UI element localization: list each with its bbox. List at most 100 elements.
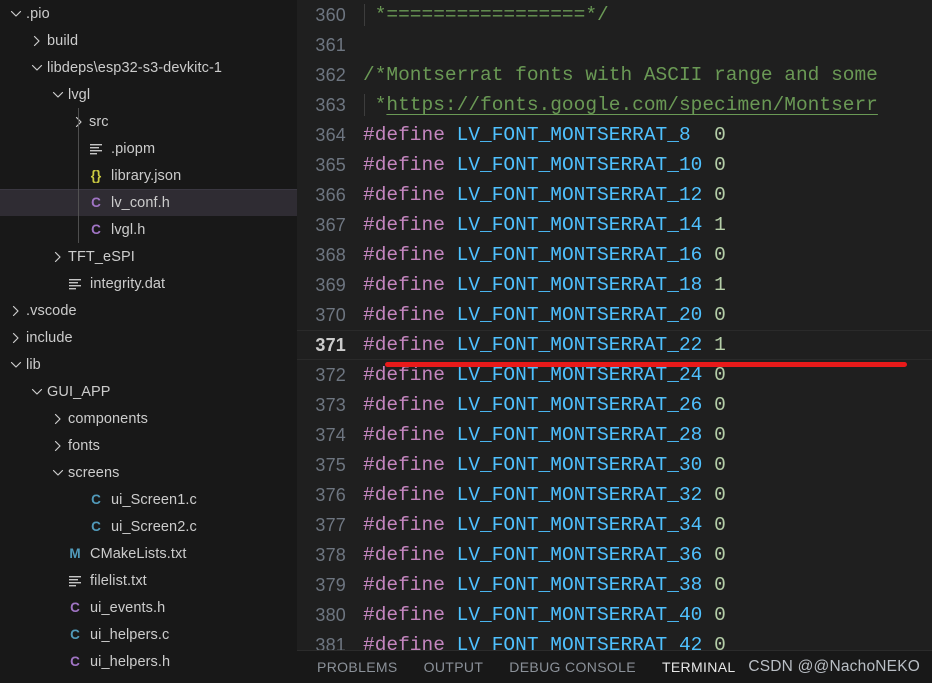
csdn-watermark: CSDN @@NachoNEKO <box>748 658 920 675</box>
code-line-362[interactable]: 362 /*Montserrat fonts with ASCII range a… <box>297 60 932 90</box>
line-number: 362 <box>315 64 346 85</box>
chevron-right-icon[interactable] <box>71 114 87 130</box>
code-token: LV_FONT_MONTSERRAT_16 <box>456 244 715 266</box>
tree-item-label: .piopm <box>111 140 156 157</box>
twisty-placeholder <box>50 573 66 589</box>
c-header-icon: C <box>91 195 101 210</box>
tree-item-ui-screen2-c[interactable]: Cui_Screen2.c <box>0 513 297 540</box>
tree-item-label: lvgl <box>68 86 91 103</box>
tree-item-label: .pio <box>26 5 50 22</box>
code-line-364[interactable]: 364 #define LV_FONT_MONTSERRAT_8 0 <box>297 120 932 150</box>
tree-item-lib[interactable]: lib <box>0 351 297 378</box>
code-token: 0 <box>714 304 726 326</box>
code-line-text: #define LV_FONT_MONTSERRAT_20 0 <box>363 304 932 326</box>
code-line-379[interactable]: 379 #define LV_FONT_MONTSERRAT_38 0 <box>297 570 932 600</box>
code-line-381[interactable]: 381 #define LV_FONT_MONTSERRAT_42 0 <box>297 630 932 650</box>
code-line-366[interactable]: 366 #define LV_FONT_MONTSERRAT_12 0 <box>297 180 932 210</box>
chevron-right-icon[interactable] <box>8 303 24 319</box>
chevron-down-icon[interactable] <box>8 6 24 22</box>
code-line-text: #define LV_FONT_MONTSERRAT_14 1 <box>363 214 932 236</box>
tree-item-src[interactable]: src <box>0 108 297 135</box>
tree-item-fonts[interactable]: fonts <box>0 432 297 459</box>
code-token: *=================*/ <box>363 4 609 26</box>
chevron-down-icon[interactable] <box>50 465 66 481</box>
tree-item-label: ui_helpers.h <box>90 653 171 670</box>
tree-item-ui-screen1-c[interactable]: Cui_Screen1.c <box>0 486 297 513</box>
tree-item-ui-helpers-c[interactable]: Cui_helpers.c <box>0 621 297 648</box>
code-line-375[interactable]: 375 #define LV_FONT_MONTSERRAT_30 0 <box>297 450 932 480</box>
chevron-right-icon[interactable] <box>50 438 66 454</box>
code-line-369[interactable]: 369 #define LV_FONT_MONTSERRAT_18 1 <box>297 270 932 300</box>
code-lines-container[interactable]: 360 *=================*/ 361 362 /*Montserr… <box>297 0 932 650</box>
code-token: 0 <box>714 244 726 266</box>
panel-tab-terminal[interactable]: TERMINAL <box>662 651 736 683</box>
code-line-text: #define LV_FONT_MONTSERRAT_12 0 <box>363 184 932 206</box>
code-line-text: #define LV_FONT_MONTSERRAT_36 0 <box>363 544 932 566</box>
code-line-378[interactable]: 378 #define LV_FONT_MONTSERRAT_36 0 <box>297 540 932 570</box>
line-number: 363 <box>315 94 346 115</box>
code-line-361[interactable]: 361 <box>297 30 932 60</box>
tree-item-build[interactable]: build <box>0 27 297 54</box>
tree-item-include[interactable]: include <box>0 324 297 351</box>
tree-item-pio[interactable]: .pio <box>0 0 297 27</box>
vscode-window: .pio build libdeps\esp32-s3-devkitc-1 lvgl s… <box>0 0 932 683</box>
line-number: 368 <box>315 244 346 265</box>
code-token: #define <box>363 214 457 236</box>
chevron-down-icon[interactable] <box>29 60 45 76</box>
chevron-right-icon[interactable] <box>50 249 66 265</box>
tree-item-lvgl-h[interactable]: Clvgl.h <box>0 216 297 243</box>
code-line-363[interactable]: 363 *https://fonts.google.com/specimen/M… <box>297 90 932 120</box>
tree-item-lv-conf-h[interactable]: Clv_conf.h <box>0 189 297 216</box>
tree-item-components[interactable]: components <box>0 405 297 432</box>
chevron-right-icon[interactable] <box>8 330 24 346</box>
tree-item-libdeps-esp32-s3-devkitc-1[interactable]: libdeps\esp32-s3-devkitc-1 <box>0 54 297 81</box>
lines-file-icon <box>87 140 105 158</box>
code-token: #define <box>363 604 457 626</box>
code-line-365[interactable]: 365 #define LV_FONT_MONTSERRAT_10 0 <box>297 150 932 180</box>
c-source-icon: C <box>91 519 101 534</box>
code-line-text: #define LV_FONT_MONTSERRAT_18 1 <box>363 274 932 296</box>
tree-item-ui-helpers-h[interactable]: Cui_helpers.h <box>0 648 297 675</box>
code-token: #define <box>363 364 457 386</box>
code-line-372[interactable]: 372 #define LV_FONT_MONTSERRAT_24 0 <box>297 360 932 390</box>
code-line-370[interactable]: 370 #define LV_FONT_MONTSERRAT_20 0 <box>297 300 932 330</box>
code-token: LV_FONT_MONTSERRAT_40 <box>456 604 715 626</box>
panel-tab-debug-console[interactable]: DEBUG CONSOLE <box>509 651 636 683</box>
code-line-380[interactable]: 380 #define LV_FONT_MONTSERRAT_40 0 <box>297 600 932 630</box>
line-number: 378 <box>315 544 346 565</box>
twisty-placeholder <box>50 546 66 562</box>
chevron-right-icon[interactable] <box>29 33 45 49</box>
tree-item-label: .vscode <box>26 302 77 319</box>
code-line-373[interactable]: 373 #define LV_FONT_MONTSERRAT_26 0 <box>297 390 932 420</box>
tree-item-filelist-txt[interactable]: filelist.txt <box>0 567 297 594</box>
code-token: LV_FONT_MONTSERRAT_22 <box>456 334 715 356</box>
tree-item-tft-espi[interactable]: TFT_eSPI <box>0 243 297 270</box>
chevron-down-icon[interactable] <box>8 357 24 373</box>
tree-item-integrity-dat[interactable]: integrity.dat <box>0 270 297 297</box>
tree-item-ui-events-h[interactable]: Cui_events.h <box>0 594 297 621</box>
code-line-374[interactable]: 374 #define LV_FONT_MONTSERRAT_28 0 <box>297 420 932 450</box>
code-token: LV_FONT_MONTSERRAT_24 <box>456 364 715 386</box>
tree-item-library-json[interactable]: {} library.json <box>0 162 297 189</box>
code-line-text: #define LV_FONT_MONTSERRAT_28 0 <box>363 424 932 446</box>
tree-item-screens[interactable]: screens <box>0 459 297 486</box>
code-line-371[interactable]: 371 #define LV_FONT_MONTSERRAT_22 1 <box>297 330 932 360</box>
tree-item-vscode[interactable]: .vscode <box>0 297 297 324</box>
tree-item-piopm[interactable]: .piopm <box>0 135 297 162</box>
tree-item-cmakelists-txt[interactable]: M CMakeLists.txt <box>0 540 297 567</box>
code-line-377[interactable]: 377 #define LV_FONT_MONTSERRAT_34 0 <box>297 510 932 540</box>
tree-item-lvgl[interactable]: lvgl <box>0 81 297 108</box>
chevron-down-icon[interactable] <box>50 87 66 103</box>
code-line-376[interactable]: 376 #define LV_FONT_MONTSERRAT_32 0 <box>297 480 932 510</box>
code-editor[interactable]: 360 *=================*/ 361 362 /*Montserr… <box>297 0 932 683</box>
code-line-360[interactable]: 360 *=================*/ <box>297 0 932 30</box>
code-line-367[interactable]: 367 #define LV_FONT_MONTSERRAT_14 1 <box>297 210 932 240</box>
tree-item-gui-app[interactable]: GUI_APP <box>0 378 297 405</box>
code-token: LV_FONT_MONTSERRAT_26 <box>456 394 715 416</box>
chevron-down-icon[interactable] <box>29 384 45 400</box>
panel-tab-output[interactable]: OUTPUT <box>424 651 484 683</box>
tree-item-label: lv_conf.h <box>111 194 170 211</box>
panel-tab-problems[interactable]: PROBLEMS <box>317 651 398 683</box>
code-line-368[interactable]: 368 #define LV_FONT_MONTSERRAT_16 0 <box>297 240 932 270</box>
chevron-right-icon[interactable] <box>50 411 66 427</box>
